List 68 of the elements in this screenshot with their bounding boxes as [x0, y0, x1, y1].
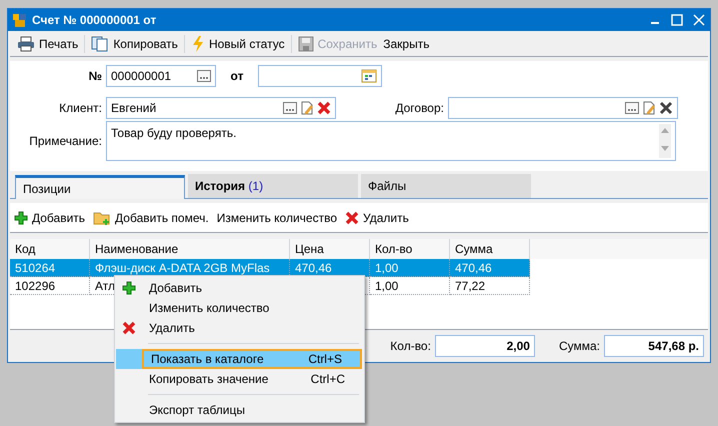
- menu-item[interactable]: Копировать значение Ctrl+C: [116, 369, 363, 389]
- close-icon[interactable]: [692, 13, 706, 27]
- table-cell: 77,22: [450, 277, 530, 295]
- menu-item-label: Показать в каталоге: [151, 351, 265, 368]
- table-cell: 1,00: [370, 277, 450, 295]
- toolbar-button[interactable]: Печать: [14, 32, 82, 54]
- ellipsis-button[interactable]: [197, 70, 211, 82]
- tab[interactable]: Позиции: [15, 175, 185, 199]
- action-button[interactable]: Изменить количество: [216, 208, 338, 226]
- table-cell: 470,46: [450, 259, 530, 277]
- clear-icon[interactable]: [659, 101, 673, 115]
- plus-icon: [14, 210, 28, 224]
- field-label: Примечание:: [28, 133, 103, 150]
- table-cell: 470,46: [290, 259, 370, 277]
- toolbar-button[interactable]: Копировать: [88, 32, 181, 54]
- contract-field[interactable]: [448, 97, 678, 119]
- folder-add-icon: [93, 210, 112, 226]
- menu-item-label: Изменить количество: [149, 300, 270, 317]
- ellipsis-button[interactable]: [283, 102, 297, 114]
- plus-icon: [122, 281, 136, 295]
- ellipsis-button[interactable]: [625, 102, 639, 114]
- field-label: №: [88, 68, 103, 85]
- field-label: Договор:: [394, 100, 445, 117]
- quantity-total-field: 2,00: [434, 335, 535, 357]
- window-title: Счет № 000000001 от: [32, 12, 156, 29]
- menu-item-label: Экспорт таблицы: [149, 402, 246, 419]
- table-cell: 102296: [10, 277, 90, 295]
- number-field[interactable]: 000000001: [106, 65, 216, 87]
- shortcut-label: Ctrl+S: [308, 351, 342, 368]
- tab[interactable]: Файлы: [361, 174, 531, 198]
- toolbar-button[interactable]: Новый статус: [188, 32, 288, 54]
- total-label: Сумма:: [558, 338, 600, 355]
- action-button[interactable]: Добавить: [14, 208, 86, 226]
- tab[interactable]: История (1): [188, 174, 358, 198]
- menu-item[interactable]: Экспорт таблицы: [116, 400, 363, 420]
- action-button[interactable]: Добавить помеч.: [93, 208, 209, 226]
- delete-icon: [122, 321, 136, 335]
- delete-icon: [345, 210, 360, 224]
- maximize-icon[interactable]: [670, 13, 684, 27]
- delete-icon: [317, 101, 331, 115]
- field-label: Клиент:: [58, 100, 103, 117]
- menu-item-label: Удалить: [149, 320, 196, 337]
- calendar-icon[interactable]: [361, 69, 377, 83]
- edit-icon[interactable]: [300, 101, 314, 115]
- shortcut-label: Ctrl+C: [310, 371, 345, 388]
- menu-item[interactable]: Удалить: [116, 318, 363, 338]
- lightning-icon: [190, 36, 205, 52]
- copy-icon: [91, 36, 110, 52]
- table-cell: 510264: [10, 259, 90, 277]
- menu-item[interactable]: Показать в каталоге Ctrl+S: [116, 349, 362, 369]
- field-label: от: [230, 68, 244, 85]
- app-icon: [12, 12, 28, 28]
- menu-item[interactable]: Изменить количество: [116, 298, 363, 318]
- action-button[interactable]: Удалить: [345, 208, 409, 226]
- table-cell: 1,00: [370, 259, 450, 277]
- total-label: Кол-во:: [390, 338, 431, 355]
- note-field[interactable]: Товар буду проверять.: [106, 121, 676, 161]
- floppy-icon: [298, 36, 314, 52]
- scrollbar-icon: [659, 124, 671, 158]
- edit-icon[interactable]: [642, 101, 656, 115]
- menu-item-label: Копировать значение: [149, 371, 270, 388]
- date-field[interactable]: [258, 65, 382, 87]
- menu-item-label: Добавить: [149, 280, 204, 297]
- client-field[interactable]: Евгений: [106, 97, 336, 119]
- sum-total-field: 547,68 р.: [604, 335, 704, 357]
- printer-icon: [17, 36, 35, 52]
- table-cell: Флэш-диск A-DATA 2GB MyFlas: [90, 259, 290, 277]
- toolbar-button[interactable]: Закрыть: [380, 32, 432, 54]
